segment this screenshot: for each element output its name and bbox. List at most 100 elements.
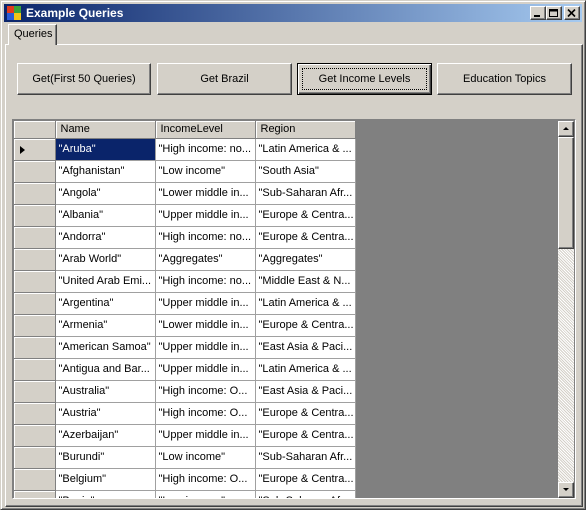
row-header[interactable]	[14, 380, 56, 403]
scroll-down-button[interactable]	[558, 482, 574, 498]
table-row[interactable]: "United Arab Emi... "High income: no... "M…	[14, 270, 356, 293]
cell-incomelevel[interactable]: "Upper middle in...	[155, 358, 256, 381]
cell-name[interactable]: "United Arab Emi...	[55, 270, 156, 293]
row-header[interactable]	[14, 314, 56, 337]
cell-incomelevel[interactable]: "High income: no...	[155, 138, 256, 161]
cell-region[interactable]: "Europe & Centra...	[255, 226, 356, 249]
cell-name[interactable]: "Afghanistan"	[55, 160, 156, 183]
cell-name[interactable]: "American Samoa"	[55, 336, 156, 359]
cell-name[interactable]: "Armenia"	[55, 314, 156, 337]
cell-name[interactable]: "Andorra"	[55, 226, 156, 249]
row-header[interactable]	[14, 468, 56, 491]
row-header[interactable]	[14, 402, 56, 425]
cell-incomelevel[interactable]: "High income: O...	[155, 402, 256, 425]
table-row[interactable]: "Burundi" "Low income" "Sub-Saharan Afr...	[14, 446, 356, 469]
grid-corner-header[interactable]	[14, 121, 56, 139]
cell-region[interactable]: "Aggregates"	[255, 248, 356, 271]
windows-flag-icon[interactable]	[6, 5, 22, 21]
cell-name[interactable]: "Austria"	[55, 402, 156, 425]
cell-incomelevel[interactable]: "Lower middle in...	[155, 182, 256, 205]
scroll-up-button[interactable]	[558, 121, 574, 137]
cell-region[interactable]: "Middle East & N...	[255, 270, 356, 293]
row-header[interactable]	[14, 424, 56, 447]
cell-incomelevel[interactable]: "Low income"	[155, 446, 256, 469]
cell-region[interactable]: "Sub-Saharan Afr...	[255, 446, 356, 469]
cell-region[interactable]: "Europe & Centra...	[255, 314, 356, 337]
cell-name[interactable]: "Aruba"	[55, 138, 156, 161]
cell-region[interactable]: "Europe & Centra...	[255, 402, 356, 425]
row-header[interactable]	[14, 336, 56, 359]
cell-region[interactable]: "Sub-Saharan Afr...	[255, 490, 356, 498]
cell-incomelevel[interactable]: "High income: no...	[155, 226, 256, 249]
row-header[interactable]	[14, 182, 56, 205]
cell-name[interactable]: "Australia"	[55, 380, 156, 403]
row-header[interactable]	[14, 446, 56, 469]
cell-incomelevel[interactable]: "Upper middle in...	[155, 336, 256, 359]
cell-name[interactable]: "Benin"	[55, 490, 156, 498]
cell-region[interactable]: "Latin America & ...	[255, 292, 356, 315]
get-first-50-queries-button[interactable]: Get(First 50 Queries)	[17, 63, 151, 95]
education-topics-button[interactable]: Education Topics	[437, 63, 572, 95]
table-row[interactable]: "Azerbaijan" "Upper middle in... "Europe &…	[14, 424, 356, 447]
cell-region[interactable]: "Europe & Centra...	[255, 424, 356, 447]
cell-name[interactable]: "Burundi"	[55, 446, 156, 469]
cell-region[interactable]: "East Asia & Paci...	[255, 336, 356, 359]
table-row[interactable]: "Benin" "Low income" "Sub-Saharan Afr...	[14, 490, 356, 498]
cell-name[interactable]: "Argentina"	[55, 292, 156, 315]
table-row[interactable]: "Australia" "High income: O... "East Asia …	[14, 380, 356, 403]
scrollbar-thumb[interactable]	[558, 137, 574, 249]
cell-name[interactable]: "Azerbaijan"	[55, 424, 156, 447]
close-button[interactable]	[564, 6, 580, 20]
get-income-levels-button[interactable]: Get Income Levels	[297, 63, 432, 95]
minimize-button[interactable]	[530, 6, 546, 20]
cell-incomelevel[interactable]: "High income: O...	[155, 380, 256, 403]
cell-incomelevel[interactable]: "Low income"	[155, 160, 256, 183]
table-row[interactable]: "Argentina" "Upper middle in... "Latin Ame…	[14, 292, 356, 315]
cell-region[interactable]: "Sub-Saharan Afr...	[255, 182, 356, 205]
row-header[interactable]	[14, 226, 56, 249]
row-header[interactable]	[14, 248, 56, 271]
row-header[interactable]	[14, 490, 56, 498]
cell-region[interactable]: "Europe & Centra...	[255, 204, 356, 227]
table-row[interactable]: "American Samoa" "Upper middle in... "East…	[14, 336, 356, 359]
maximize-button[interactable]	[546, 6, 562, 20]
vertical-scrollbar[interactable]	[558, 121, 574, 498]
row-header[interactable]	[14, 204, 56, 227]
row-header[interactable]	[14, 138, 56, 161]
table-row[interactable]: "Belgium" "High income: O... "Europe & Cen…	[14, 468, 356, 491]
cell-name[interactable]: "Antigua and Bar...	[55, 358, 156, 381]
table-row[interactable]: "Arab World" "Aggregates" "Aggregates"	[14, 248, 356, 271]
cell-region[interactable]: "Europe & Centra...	[255, 468, 356, 491]
table-row[interactable]: "Austria" "High income: O... "Europe & Cen…	[14, 402, 356, 425]
row-header[interactable]	[14, 160, 56, 183]
table-row[interactable]: "Armenia" "Lower middle in... "Europe & Ce…	[14, 314, 356, 337]
get-brazil-button[interactable]: Get Brazil	[157, 63, 292, 95]
cell-incomelevel[interactable]: "Lower middle in...	[155, 314, 256, 337]
cell-name[interactable]: "Albania"	[55, 204, 156, 227]
cell-name[interactable]: "Arab World"	[55, 248, 156, 271]
column-header-name[interactable]: Name	[55, 121, 156, 139]
column-header-incomelevel[interactable]: IncomeLevel	[155, 121, 256, 139]
results-data-grid[interactable]: Name IncomeLevel Region "Aruba" "High inc…	[12, 119, 576, 499]
tab-queries[interactable]: Queries	[8, 24, 57, 45]
table-row[interactable]: "Antigua and Bar... "Upper middle in... "L…	[14, 358, 356, 381]
cell-incomelevel[interactable]: "Aggregates"	[155, 248, 256, 271]
table-row[interactable]: "Angola" "Lower middle in... "Sub-Saharan …	[14, 182, 356, 205]
cell-incomelevel[interactable]: "High income: no...	[155, 270, 256, 293]
row-header[interactable]	[14, 270, 56, 293]
cell-region[interactable]: "South Asia"	[255, 160, 356, 183]
cell-incomelevel[interactable]: "Upper middle in...	[155, 424, 256, 447]
table-row[interactable]: "Afghanistan" "Low income" "South Asia"	[14, 160, 356, 183]
table-row[interactable]: "Aruba" "High income: no... "Latin America…	[14, 138, 356, 161]
cell-region[interactable]: "Latin America & ...	[255, 358, 356, 381]
cell-region[interactable]: "East Asia & Paci...	[255, 380, 356, 403]
table-row[interactable]: "Albania" "Upper middle in... "Europe & Ce…	[14, 204, 356, 227]
cell-incomelevel[interactable]: "Upper middle in...	[155, 292, 256, 315]
column-header-region[interactable]: Region	[255, 121, 356, 139]
cell-name[interactable]: "Belgium"	[55, 468, 156, 491]
cell-name[interactable]: "Angola"	[55, 182, 156, 205]
row-header[interactable]	[14, 292, 56, 315]
cell-incomelevel[interactable]: "Low income"	[155, 490, 256, 498]
table-row[interactable]: "Andorra" "High income: no... "Europe & Ce…	[14, 226, 356, 249]
title-bar[interactable]: Example Queries	[4, 4, 582, 22]
